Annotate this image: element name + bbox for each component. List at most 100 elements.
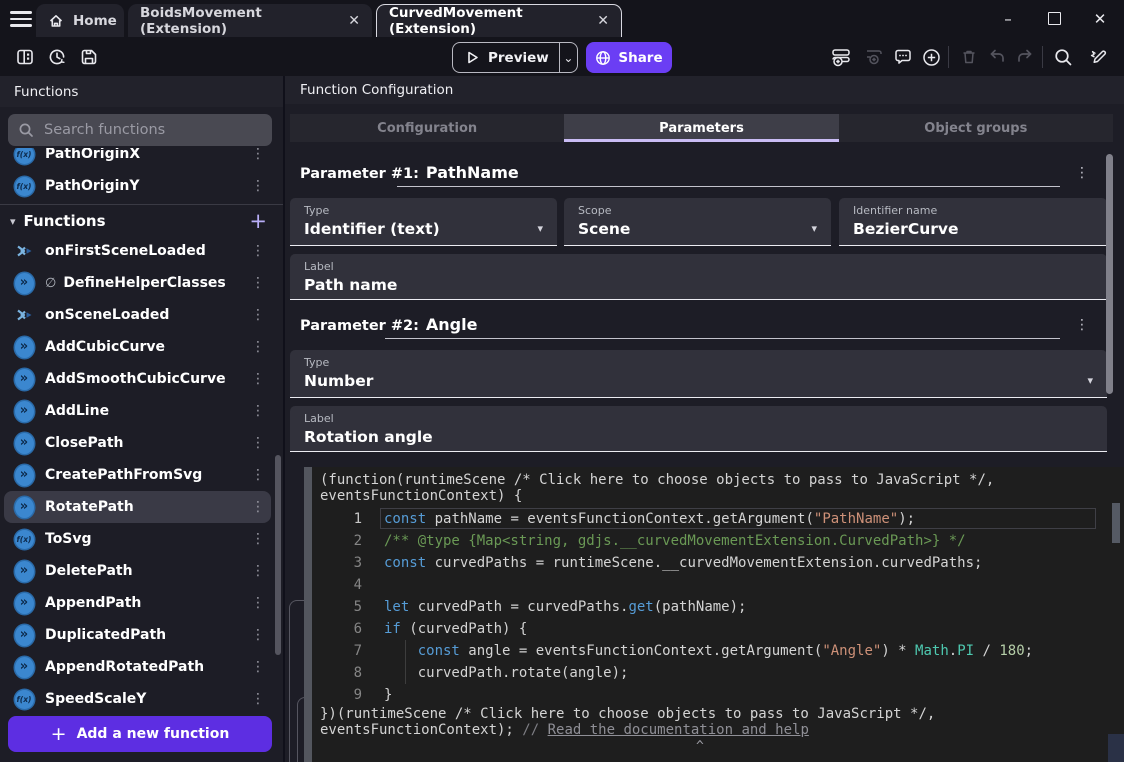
action-icon: »: [15, 401, 34, 422]
parameter-1-type-select[interactable]: Type Identifier (text) ▾: [290, 198, 557, 246]
edit-pen-icon[interactable]: [1086, 45, 1112, 69]
function-item-DuplicatedPath[interactable]: »DuplicatedPath⋮: [0, 619, 283, 651]
main-menu-icon[interactable]: [8, 7, 34, 29]
add-comment-icon[interactable]: [890, 45, 916, 69]
documentation-link[interactable]: Read the documentation and help: [548, 722, 809, 738]
tab-home[interactable]: Home: [36, 4, 124, 37]
item-menu-icon[interactable]: ⋮: [251, 435, 265, 451]
function-item-SpeedScaleY[interactable]: f(x) SpeedScaleY ⋮: [0, 683, 283, 714]
item-menu-icon[interactable]: ⋮: [251, 467, 265, 483]
item-menu-icon[interactable]: ⋮: [251, 371, 265, 387]
tab-boidsmovement[interactable]: BoidsMovement (Extension) ✕: [128, 4, 372, 37]
function-item-label: SpeedScaleY: [45, 691, 146, 707]
code-line-3: 3const curvedPaths = runtimeScene.__curv…: [312, 552, 1124, 574]
add-function-icon[interactable]: +: [249, 209, 267, 233]
parameter-1-identifier-field[interactable]: Identifier name BezierCurve: [839, 198, 1107, 246]
line-number: 4: [312, 574, 384, 596]
tab-curvedmovement[interactable]: CurvedMovement (Extension) ✕: [376, 4, 622, 37]
code-line-8: 8 curvedPath.rotate(angle);: [312, 662, 1124, 684]
tab-parameters[interactable]: Parameters: [564, 114, 838, 142]
tab-object-groups[interactable]: Object groups: [839, 114, 1113, 142]
function-item-RotatePath[interactable]: »RotatePath⋮: [0, 491, 283, 523]
line-number: 2: [312, 530, 384, 552]
parameter-1-scope-select[interactable]: Scope Scene ▾: [564, 198, 831, 246]
tab-configuration[interactable]: Configuration: [290, 114, 564, 142]
function-item-onSceneLoaded[interactable]: onSceneLoaded⋮: [0, 299, 283, 331]
parameter-2-label-field[interactable]: Label Rotation angle: [290, 406, 1107, 452]
maximize-button[interactable]: [1034, 0, 1074, 37]
item-menu-icon[interactable]: ⋮: [251, 339, 265, 355]
parameter-1-name-input[interactable]: PathName: [426, 163, 519, 182]
function-item-PathOriginX[interactable]: f(x)PathOriginX⋮: [0, 148, 283, 170]
chevron-down-icon[interactable]: ▾: [811, 222, 817, 235]
search-input[interactable]: Search functions: [8, 114, 272, 146]
preview-button[interactable]: Preview ⌄: [452, 42, 578, 73]
add-subevent-icon[interactable]: [860, 45, 886, 69]
item-menu-icon[interactable]: ⋮: [251, 659, 265, 675]
item-menu-icon[interactable]: ⋮: [251, 531, 265, 547]
chevron-down-icon[interactable]: ▾: [1087, 374, 1093, 387]
expression-icon: f(x): [15, 690, 34, 709]
js-code-editor[interactable]: (function(runtimeScene /* Click here to …: [312, 467, 1124, 762]
collapse-caret-icon[interactable]: ^: [696, 739, 704, 754]
item-menu-icon[interactable]: ⋮: [251, 403, 265, 419]
code-scrollbar[interactable]: [1112, 503, 1120, 543]
close-window-button[interactable]: ✕: [1080, 0, 1120, 37]
parameter-2-type-select[interactable]: Type Number ▾: [290, 350, 1107, 398]
action-icon: »: [15, 465, 34, 486]
section-caret-icon[interactable]: ▾: [10, 215, 16, 228]
function-item-AddLine[interactable]: »AddLine⋮: [0, 395, 283, 427]
function-item-AddSmoothCubicCurve[interactable]: »AddSmoothCubicCurve⋮: [0, 363, 283, 395]
function-item-DeletePath[interactable]: »DeletePath⋮: [0, 555, 283, 587]
undo-icon[interactable]: [984, 45, 1010, 69]
function-item-AppendRotatedPath[interactable]: »AppendRotatedPath⋮: [0, 651, 283, 683]
item-menu-icon[interactable]: ⋮: [251, 178, 265, 194]
open-panels-icon[interactable]: [12, 45, 38, 69]
add-circle-icon[interactable]: [918, 45, 944, 69]
item-menu-icon[interactable]: ⋮: [251, 307, 265, 323]
function-item-DefineHelperClasses[interactable]: »∅DefineHelperClasses⋮: [0, 267, 283, 299]
function-item-AppendPath[interactable]: »AppendPath⋮: [0, 587, 283, 619]
item-menu-icon[interactable]: ⋮: [251, 595, 265, 611]
close-tab-icon[interactable]: ✕: [597, 13, 609, 29]
sidebar-scrollbar[interactable]: [275, 455, 281, 655]
preview-dropdown-icon[interactable]: ⌄: [560, 51, 577, 65]
add-new-function-button[interactable]: + Add a new function: [8, 716, 272, 752]
parameter-2-menu-icon[interactable]: ⋮: [1072, 317, 1092, 333]
functions-section-header[interactable]: ▾Functions+: [0, 206, 283, 236]
line-number: 5: [312, 596, 384, 618]
delete-icon[interactable]: [956, 45, 982, 69]
item-menu-icon[interactable]: ⋮: [251, 691, 265, 707]
parameter-1-label-field[interactable]: Label Path name: [290, 254, 1107, 300]
search-icon[interactable]: [1050, 45, 1076, 69]
close-tab-icon[interactable]: ✕: [348, 13, 360, 29]
function-item-ToSvg[interactable]: f(x)ToSvg⋮: [0, 523, 283, 555]
share-button[interactable]: Share: [586, 42, 672, 73]
function-item-AddCubicCurve[interactable]: »AddCubicCurve⋮: [0, 331, 283, 363]
item-menu-icon[interactable]: ⋮: [251, 148, 265, 162]
chevron-down-icon[interactable]: ▾: [537, 222, 543, 235]
function-item-label: CreatePathFromSvg: [45, 467, 202, 483]
add-event-icon[interactable]: [828, 45, 854, 69]
search-placeholder: Search functions: [44, 122, 165, 138]
parameter-1-menu-icon[interactable]: ⋮: [1072, 165, 1092, 181]
event-drag-handle[interactable]: [304, 467, 312, 762]
item-menu-icon[interactable]: ⋮: [251, 499, 265, 515]
action-icon: »: [15, 273, 34, 294]
item-menu-icon[interactable]: ⋮: [251, 563, 265, 579]
redo-icon[interactable]: [1012, 45, 1038, 69]
item-menu-icon[interactable]: ⋮: [251, 275, 265, 291]
history-icon[interactable]: [44, 45, 70, 69]
minimize-button[interactable]: –: [988, 0, 1028, 37]
parameters-scrollbar[interactable]: [1106, 154, 1113, 394]
function-item-CreatePathFromSvg[interactable]: » CreatePathFromSvg ⋮: [0, 459, 283, 491]
save-icon[interactable]: [76, 45, 102, 69]
function-item-label: AppendPath: [45, 595, 141, 611]
function-item-onFirstSceneLoaded[interactable]: onFirstSceneLoaded⋮: [0, 235, 283, 267]
parameter-2-name-input[interactable]: Angle: [426, 315, 478, 334]
function-item-label: DefineHelperClasses: [63, 275, 225, 291]
item-menu-icon[interactable]: ⋮: [251, 243, 265, 259]
function-item-PathOriginY[interactable]: f(x)PathOriginY⋮: [0, 170, 283, 202]
item-menu-icon[interactable]: ⋮: [251, 627, 265, 643]
function-item-ClosePath[interactable]: »ClosePath⋮: [0, 427, 283, 459]
